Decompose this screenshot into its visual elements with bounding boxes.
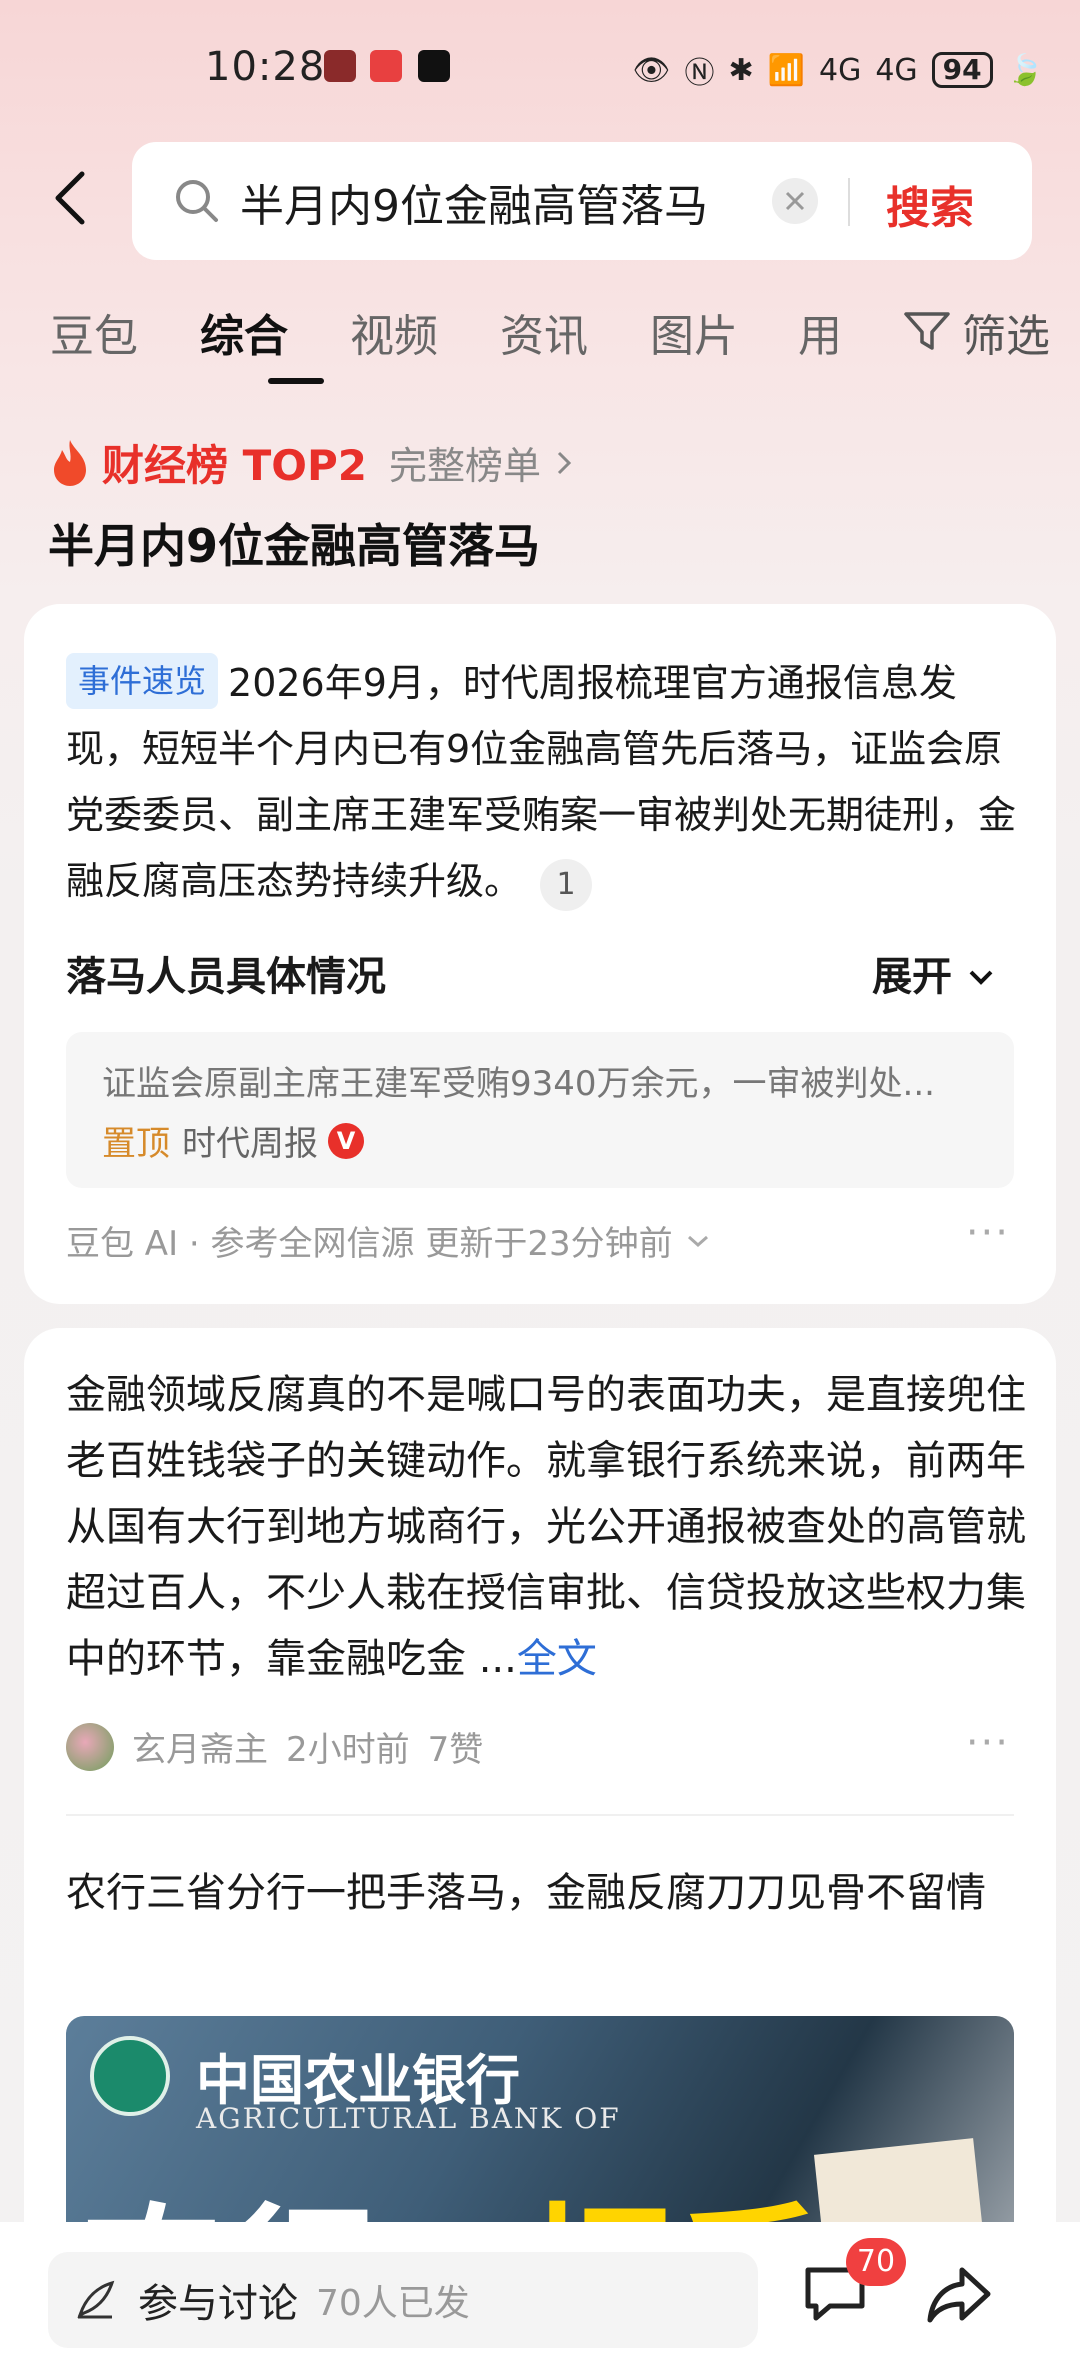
tab-users[interactable]: 用 — [798, 300, 842, 364]
author-name[interactable]: 玄月斋主 — [132, 1722, 268, 1771]
bluetooth-icon: ✱ — [728, 52, 754, 88]
battery-icon: 94 — [931, 52, 993, 88]
pinned-source-meta: 置顶 时代周报 V — [102, 1116, 364, 1165]
rank-banner[interactable]: 财经榜 TOP2 完整榜单 — [48, 432, 579, 493]
bank-logo-icon — [90, 2036, 170, 2116]
tab-video[interactable]: 视频 — [350, 300, 438, 364]
search-bar[interactable]: 半月内9位金融高管落马 搜索 — [132, 142, 1032, 260]
status-icons: 👁 Ⓝ ✱ 📶 4G 4G 94 🍃 — [632, 48, 1044, 92]
chevron-down-icon — [969, 970, 993, 985]
close-icon — [785, 191, 805, 211]
clear-search-button[interactable] — [772, 178, 818, 224]
discuss-count: 70人已发 — [316, 2283, 470, 2324]
more-options-icon[interactable]: ··· — [966, 1210, 1010, 1256]
avatar[interactable] — [66, 1722, 114, 1771]
full-text-link[interactable]: 全文 — [517, 1636, 597, 1682]
summary-footer-text: 豆包 AI · 参考全网信源 更新于23分钟前 — [66, 1224, 673, 1264]
section-title: 落马人员具体情况 — [66, 954, 386, 1000]
divider — [66, 1814, 1014, 1816]
source-name: 时代周报 — [182, 1124, 318, 1164]
full-list-link[interactable]: 完整榜单 — [389, 435, 541, 490]
fire-icon — [54, 439, 86, 486]
expand-button[interactable]: 展开 — [872, 944, 996, 1002]
share-icon[interactable] — [924, 2260, 994, 2330]
news-title[interactable]: 农行三省分行一把手落马，金融反腐刀刀见骨不留情 — [66, 1860, 1026, 1926]
summary-footer[interactable]: 豆包 AI · 参考全网信源 更新于23分钟前 — [66, 1216, 713, 1265]
tiktok-icon — [418, 50, 450, 82]
post-meta: 玄月斋主 2小时前 7赞 — [66, 1722, 483, 1771]
tab-bar: 豆包 综合 视频 资讯 图片 用 筛选 — [50, 300, 1050, 390]
bottom-bar: 参与讨论 70人已发 70 — [0, 2222, 1080, 2376]
filter-label: 筛选 — [962, 311, 1050, 362]
filter-button[interactable]: 筛选 — [902, 300, 1050, 364]
post-text-block[interactable]: 金融领域反腐真的不是喊口号的表面功夫，是直接兜住老百姓钱袋子的关键动作。就拿银行… — [66, 1362, 1026, 1692]
citation-badge[interactable]: 1 — [540, 859, 593, 911]
search-icon — [176, 180, 218, 222]
chevron-left-icon — [55, 171, 85, 225]
rank-title: 财经榜 TOP2 — [102, 441, 367, 490]
wifi-icon: 📶 — [767, 52, 805, 88]
pen-icon — [77, 2280, 115, 2319]
chevron-down-icon — [687, 1235, 708, 1247]
status-bar: 10:28 👁 Ⓝ ✱ 📶 4G 4G 94 🍃 — [0, 0, 1080, 130]
app-notification-icon — [370, 50, 402, 82]
signal-icon: 4G — [818, 52, 862, 88]
leaf-icon: 🍃 — [1006, 52, 1044, 88]
like-count: 7赞 — [427, 1730, 484, 1770]
discuss-input[interactable]: 参与讨论 70人已发 — [48, 2252, 758, 2348]
app-notification-icon — [324, 50, 356, 82]
post-time: 2小时前 — [286, 1730, 410, 1770]
summary-text-block: 事件速览 2026年9月，时代周报梳理官方通报信息发现，短短半个月内已有9位金融高… — [66, 650, 1026, 914]
event-tag: 事件速览 — [66, 653, 219, 709]
image-text: AGRICULTURAL BANK OF — [196, 2102, 621, 2135]
chevron-right-icon — [557, 451, 572, 474]
pinned-source-item[interactable]: 证监会原副主席王建军受贿9340万余元，一审被判处... 置顶 时代周报 V — [66, 1032, 1014, 1188]
search-button[interactable]: 搜索 — [886, 172, 974, 236]
eye-icon: 👁 — [632, 52, 671, 88]
nfc-icon: Ⓝ — [684, 56, 715, 91]
verified-icon: V — [328, 1122, 364, 1159]
ai-summary-card: 事件速览 2026年9月，时代周报梳理官方通报信息发现，短短半个月内已有9位金融高… — [24, 604, 1056, 1304]
tab-news[interactable]: 资讯 — [500, 300, 588, 364]
signal-icon-2: 4G — [875, 52, 918, 88]
expand-label: 展开 — [872, 954, 953, 1000]
tab-comprehensive[interactable]: 综合 — [200, 300, 288, 364]
divider — [848, 178, 850, 226]
more-options-icon[interactable]: ··· — [966, 1720, 1010, 1766]
comment-count-badge: 70 — [846, 2238, 906, 2286]
back-button[interactable] — [46, 168, 96, 228]
pinned-source-text: 证监会原副主席王建军受贿9340万余元，一审被判处... — [102, 1064, 935, 1104]
post-card: 金融领域反腐真的不是喊口号的表面功夫，是直接兜住老百姓钱袋子的关键动作。就拿银行… — [24, 1328, 1056, 2376]
tab-doubao[interactable]: 豆包 — [50, 300, 138, 364]
pin-label: 置顶 — [102, 1124, 170, 1164]
discuss-label: 参与讨论 — [138, 2281, 298, 2327]
active-tab-indicator — [268, 378, 324, 384]
filter-icon — [904, 312, 950, 350]
tab-images[interactable]: 图片 — [650, 300, 738, 364]
status-time: 10:28 — [205, 44, 326, 90]
topic-title: 半月内9位金融高管落马 — [48, 519, 541, 573]
ellipsis: ... — [478, 1636, 517, 1682]
